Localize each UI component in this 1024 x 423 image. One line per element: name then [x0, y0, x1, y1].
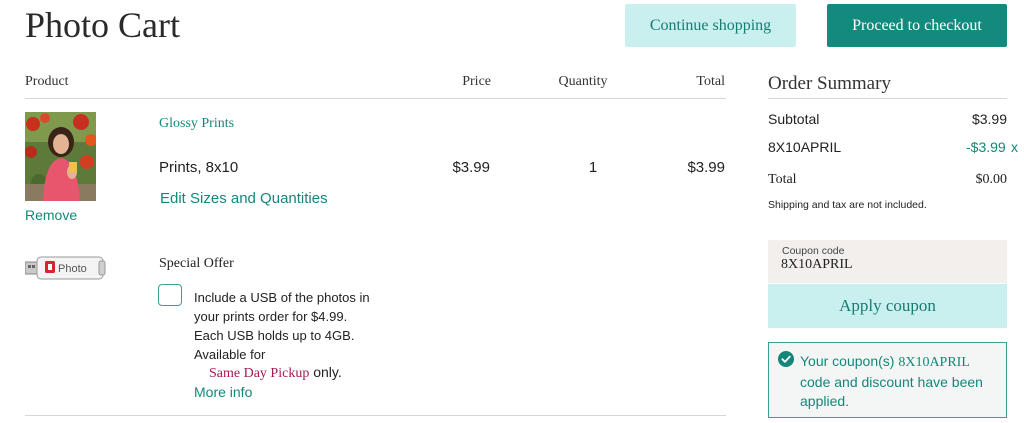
total-value: $0.00	[975, 172, 1008, 187]
order-summary-title: Order Summary	[768, 73, 891, 94]
usb-offer-checkbox[interactable]	[158, 284, 182, 306]
edit-sizes-quantities-link[interactable]: Edit Sizes and Quantities	[160, 190, 328, 207]
remove-link[interactable]: Remove	[25, 207, 77, 223]
continue-shopping-button[interactable]: Continue shopping	[625, 4, 796, 47]
same-day-pickup-link[interactable]: Same Day Pickup	[209, 366, 309, 381]
header-divider	[25, 98, 726, 99]
offer-line: your prints order for $4.99.	[194, 309, 348, 324]
item-price: $3.99	[452, 159, 490, 176]
column-header-total: Total	[696, 74, 725, 89]
total-label: Total	[768, 172, 797, 187]
summary-divider	[768, 98, 1007, 99]
success-code: 8X10APRIL	[898, 355, 970, 370]
applied-coupon-name: 8X10APRIL	[768, 139, 842, 155]
success-suffix: code and discount have been applied.	[800, 373, 983, 410]
special-offer-title: Special Offer	[159, 256, 234, 271]
product-name[interactable]: Glossy Prints	[159, 116, 234, 132]
item-total: $3.99	[687, 159, 725, 176]
usb-label: Photo	[58, 263, 87, 275]
product-description: Prints, 8x10	[159, 159, 239, 176]
coupon-success-message: Your coupon(s) 8X10APRIL code and discou…	[768, 342, 1007, 418]
coupon-discount-value: -$3.99	[966, 139, 1006, 155]
check-circle-icon	[778, 351, 794, 367]
success-prefix: Your coupon(s)	[800, 353, 899, 369]
items-bottom-divider	[25, 415, 726, 416]
column-header-quantity: Quantity	[558, 74, 608, 89]
coupon-code-field[interactable]: Coupon code	[768, 240, 1007, 283]
page-title: Photo Cart	[25, 5, 181, 45]
usb-offer-description: Include a USB of the photos in your prin…	[194, 288, 394, 364]
offer-line: Include a USB of the photos in	[194, 290, 370, 305]
apply-coupon-button[interactable]: Apply coupon	[768, 284, 1007, 328]
shipping-tax-note: Shipping and tax are not included.	[768, 199, 927, 211]
column-header-price: Price	[462, 74, 491, 89]
proceed-to-checkout-button[interactable]: Proceed to checkout	[827, 4, 1007, 47]
coupon-code-input[interactable]	[781, 257, 991, 273]
subtotal-value: $3.99	[971, 111, 1007, 127]
subtotal-label: Subtotal	[768, 111, 820, 127]
pickup-line: Same Day Pickup only.	[209, 364, 342, 382]
pickup-suffix: only.	[309, 364, 342, 380]
item-quantity: 1	[588, 159, 598, 176]
more-info-link[interactable]: More info	[194, 384, 252, 400]
offer-line: Available for	[194, 347, 266, 362]
column-header-product: Product	[25, 74, 69, 89]
coupon-code-label: Coupon code	[782, 245, 845, 257]
remove-coupon-button[interactable]: x	[1011, 139, 1018, 155]
usb-drive-image: Photo	[24, 255, 107, 281]
offer-line: Each USB holds up to 4GB.	[194, 328, 355, 343]
product-thumbnail[interactable]	[25, 112, 96, 201]
coupon-success-text: Your coupon(s) 8X10APRIL code and discou…	[800, 352, 1000, 412]
